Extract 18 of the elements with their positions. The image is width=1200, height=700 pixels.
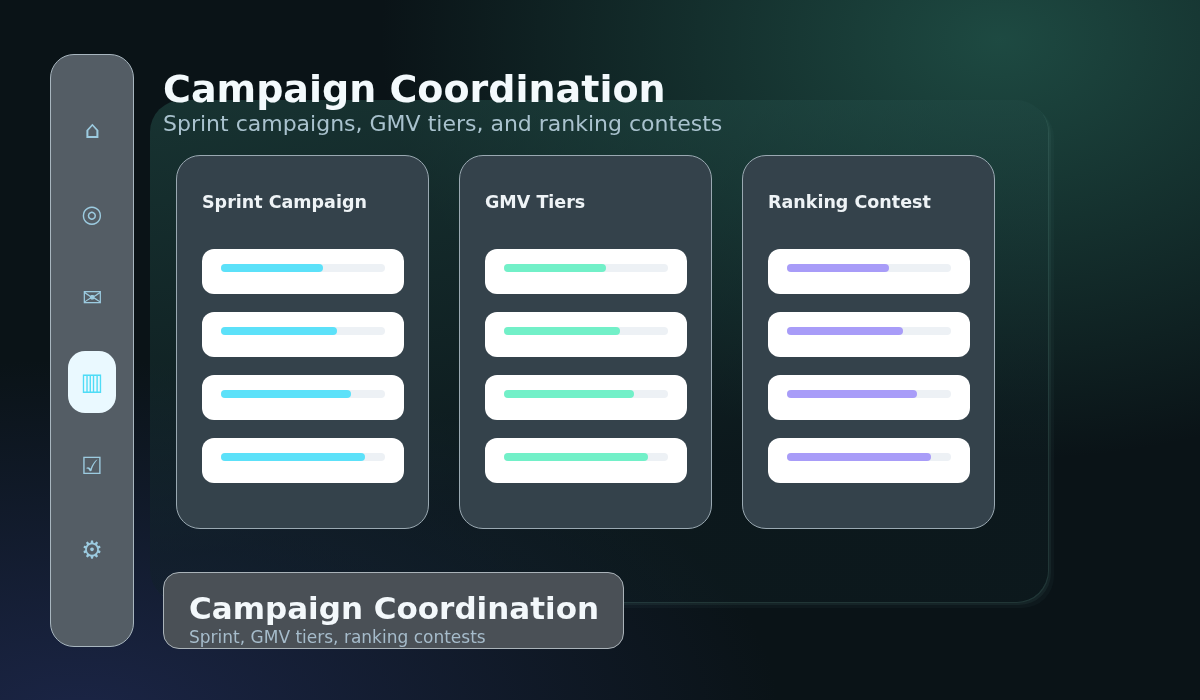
page-title: Campaign Coordination bbox=[163, 67, 666, 111]
nav-button[interactable]: ⚙ bbox=[68, 519, 116, 581]
nav-button[interactable]: ⌂ bbox=[68, 99, 116, 161]
nav-button[interactable]: ◎ bbox=[68, 183, 116, 245]
card-title: Sprint Campaign bbox=[202, 191, 368, 214]
home-icon: ⌂ bbox=[84, 118, 100, 142]
summary-subtitle: Sprint, GMV tiers, ranking contests bbox=[189, 628, 487, 646]
nav-button[interactable]: ☑ bbox=[68, 435, 116, 497]
page-subtitle: Sprint campaigns, GMV tiers, and ranking contests bbox=[163, 111, 723, 137]
envelope-icon: ✉ bbox=[81, 286, 103, 310]
settings-icon: ⚙ bbox=[81, 538, 103, 562]
checkbox-icon: ☑ bbox=[81, 454, 103, 478]
card-title: Ranking Contest bbox=[768, 191, 932, 214]
target-icon: ◎ bbox=[81, 202, 103, 226]
nav-button[interactable]: ✉ bbox=[68, 267, 116, 329]
card-title: GMV Tiers bbox=[485, 191, 587, 214]
columns-icon: ▥ bbox=[80, 370, 104, 394]
summary-title: Campaign Coordination bbox=[189, 589, 599, 628]
